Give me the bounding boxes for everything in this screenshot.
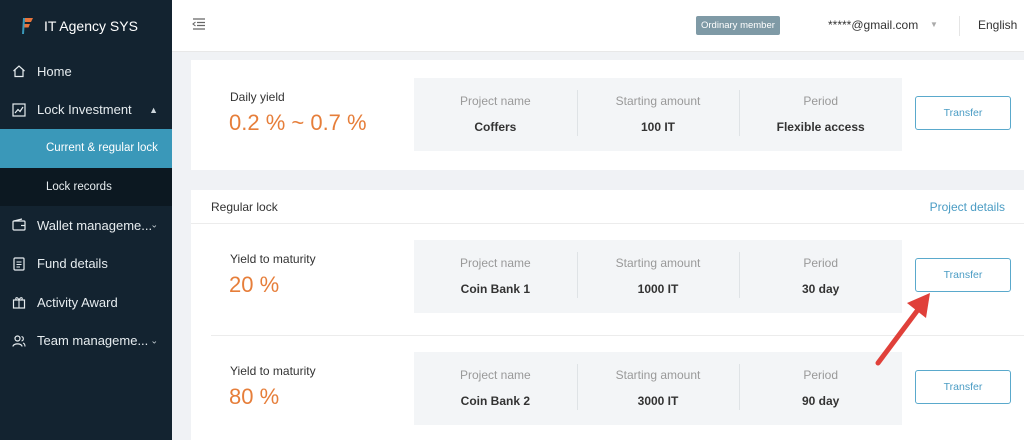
project-name-header: Project name (459, 256, 531, 270)
chevron-down-icon: ⌄ (150, 335, 158, 346)
sidebar-item-label: Home (37, 63, 72, 79)
current-lock-card: Daily yield 0.2 % ~ 0.7 % Project name C… (191, 60, 1024, 170)
yield-value: 20 % (229, 272, 280, 297)
section-header: Regular lock Project details (191, 190, 1024, 224)
sidebar-item-label: Lock records (46, 180, 112, 193)
project-name-value: Coffers (474, 120, 517, 134)
starting-amount-header: Starting amount (615, 256, 701, 270)
brand-name: IT Agency SYS (44, 18, 138, 34)
project-info: Project name Coin Bank 2 Starting amount… (414, 352, 902, 425)
sidebar-item-label: Fund details (37, 256, 108, 272)
sidebar-item-team-management[interactable]: Team manageme... ⌄ (0, 322, 172, 361)
period-value: 90 day (802, 394, 840, 408)
starting-amount-header: Starting amount (615, 94, 701, 108)
project-name-col: Project name Coin Bank 1 (414, 240, 577, 313)
chevron-up-icon: ▲ (149, 104, 158, 115)
topbar: Ordinary member *****@gmail.com ▼ Englis… (172, 0, 1024, 52)
document-icon (12, 257, 26, 271)
yield-value: 0.2 % ~ 0.7 % (229, 110, 367, 135)
yield-label: Daily yield (230, 90, 285, 104)
sidebar-item-label: Current & regular lock (46, 142, 158, 155)
transfer-button[interactable]: Transfer (915, 370, 1011, 404)
sidebar-item-current-regular-lock[interactable]: Current & regular lock (0, 129, 172, 168)
home-icon (12, 64, 26, 78)
starting-amount-col: Starting amount 100 IT (576, 78, 740, 151)
project-name-header: Project name (459, 368, 531, 382)
sidebar-item-lock-investment[interactable]: Lock Investment ▲ (0, 91, 172, 130)
period-header: Period (803, 256, 839, 270)
sidebar-item-label: Wallet manageme... (37, 217, 153, 233)
project-name-col: Project name Coffers (414, 78, 577, 151)
transfer-button[interactable]: Transfer (915, 96, 1011, 130)
project-name-col: Project name Coin Bank 2 (414, 352, 577, 425)
wallet-icon (12, 218, 26, 232)
project-name-value: Coin Bank 1 (460, 282, 531, 296)
starting-amount-header: Starting amount (615, 368, 701, 382)
gift-icon (12, 295, 26, 309)
project-name-header: Project name (459, 94, 531, 108)
sidebar-item-label: Team manageme... (37, 333, 149, 349)
period-col: Period Flexible access (739, 78, 902, 151)
yield-label: Yield to maturity (230, 252, 316, 266)
sidebar-item-lock-records[interactable]: Lock records (0, 167, 172, 206)
sidebar-item-fund-details[interactable]: Fund details (0, 245, 172, 284)
period-header: Period (803, 94, 839, 108)
project-name-value: Coin Bank 2 (460, 394, 531, 408)
sidebar-item-label: Activity Award (37, 294, 118, 310)
yield-label: Yield to maturity (230, 364, 316, 378)
sidebar-item-label: Lock Investment (37, 102, 132, 118)
sidebar-item-activity-award[interactable]: Activity Award (0, 283, 172, 322)
member-badge: Ordinary member (696, 16, 780, 35)
chevron-down-icon: ⌄ (150, 219, 158, 230)
header-divider (959, 16, 960, 36)
yield-value: 80 % (229, 384, 280, 409)
annotation-arrow-icon (875, 293, 930, 366)
period-value: Flexible access (776, 120, 865, 134)
team-icon (12, 334, 26, 348)
project-info: Project name Coffers Starting amount 100… (414, 78, 902, 151)
brand-logo-icon (22, 18, 33, 34)
project-details-link[interactable]: Project details (930, 200, 1005, 214)
caret-down-icon[interactable]: ▼ (930, 20, 938, 29)
starting-amount-value: 1000 IT (637, 282, 679, 296)
section-title: Regular lock (211, 200, 278, 214)
starting-amount-value: 3000 IT (637, 394, 679, 408)
starting-amount-col: Starting amount 1000 IT (576, 240, 740, 313)
lock-row: Daily yield 0.2 % ~ 0.7 % Project name C… (191, 78, 1024, 178)
language-selector[interactable]: English (978, 18, 1017, 32)
chart-icon (12, 103, 26, 117)
sidebar-item-home[interactable]: Home (0, 52, 172, 91)
sidebar-item-wallet-management[interactable]: Wallet manageme... ⌄ (0, 206, 172, 245)
project-info: Project name Coin Bank 1 Starting amount… (414, 240, 902, 313)
account-email[interactable]: *****@gmail.com (828, 18, 918, 32)
sidebar: IT Agency SYS Home Lock Investment ▲ Cur… (0, 0, 172, 440)
starting-amount-value: 100 IT (640, 120, 676, 134)
menu-fold-icon[interactable] (192, 17, 206, 31)
starting-amount-col: Starting amount 3000 IT (576, 352, 740, 425)
brand[interactable]: IT Agency SYS (0, 0, 172, 52)
